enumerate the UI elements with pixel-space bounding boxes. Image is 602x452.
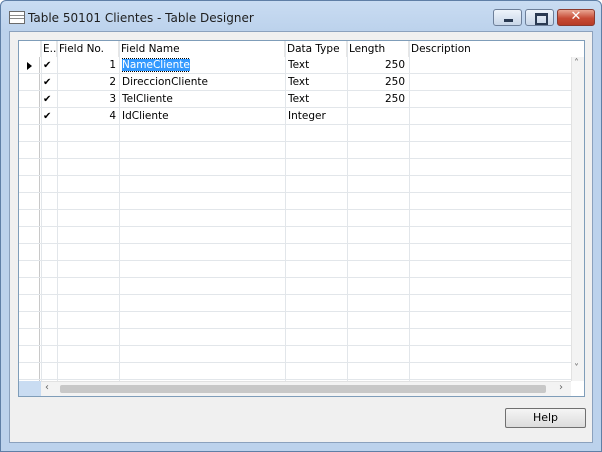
row-selector[interactable] (19, 159, 40, 175)
table-icon (9, 11, 25, 24)
scrollbar-corner (19, 381, 42, 396)
client-area: E... Field No. Field Name Data Type Leng… (9, 31, 593, 443)
table-row[interactable]: ✔ 2 DireccionCliente Text 250 (19, 74, 584, 91)
row-selector[interactable] (19, 193, 40, 209)
scroll-up-icon[interactable]: ˄ (574, 58, 579, 69)
grid-row-line (19, 277, 571, 278)
scroll-down-icon[interactable]: ˅ (574, 363, 579, 374)
length-cell[interactable]: 250 (347, 91, 405, 108)
minimize-button[interactable] (493, 9, 522, 26)
grid-row-line (19, 141, 571, 142)
close-button[interactable]: ✕ (557, 9, 595, 26)
scroll-left-icon[interactable]: ‹ (45, 382, 49, 393)
row-pointer-icon (27, 62, 32, 70)
grid-row-line (19, 362, 571, 363)
grid-row-line (19, 192, 571, 193)
field-name-cell[interactable]: IdCliente (122, 108, 169, 125)
field-name-cell[interactable]: DireccionCliente (122, 74, 208, 91)
horizontal-scroll-thumb[interactable] (60, 385, 546, 393)
field-no-cell[interactable]: 4 (57, 108, 116, 125)
length-cell[interactable]: 250 (347, 57, 405, 74)
field-grid[interactable]: E... Field No. Field Name Data Type Leng… (18, 40, 585, 397)
horizontal-scrollbar[interactable]: ‹ › (41, 381, 571, 396)
grid-row-line (19, 379, 571, 380)
grid-row-line (19, 243, 571, 244)
grid-row-line (19, 311, 571, 312)
data-type-cell[interactable]: Integer (288, 108, 326, 125)
row-selector[interactable] (19, 142, 40, 158)
field-no-cell[interactable]: 2 (57, 74, 116, 91)
field-name-editor[interactable]: NameCliente (122, 58, 190, 72)
row-selector[interactable] (19, 125, 40, 141)
close-icon: ✕ (570, 9, 582, 24)
window-title: Table 50101 Clientes - Table Designer (28, 11, 254, 25)
table-row[interactable]: ✔ 4 IdCliente Integer (19, 108, 584, 125)
data-type-cell[interactable]: Text (288, 57, 309, 74)
row-selector[interactable] (19, 346, 40, 362)
row-selector[interactable] (19, 176, 40, 192)
column-header-data-type[interactable]: Data Type (285, 41, 347, 57)
field-name-cell[interactable]: TelCliente (122, 91, 173, 108)
grid-row-line (19, 396, 571, 397)
field-name-cell[interactable]: NameCliente (122, 58, 190, 72)
minimize-icon (504, 19, 513, 22)
table-row[interactable]: ✔ 3 TelCliente Text 250 (19, 91, 584, 108)
data-type-cell[interactable]: Text (288, 74, 309, 91)
enabled-checkmark[interactable]: ✔ (43, 108, 51, 125)
enabled-checkmark[interactable]: ✔ (43, 57, 51, 74)
column-header-enabled[interactable]: E... (41, 41, 57, 57)
help-button[interactable]: Help (505, 408, 586, 428)
row-selector-header (19, 41, 41, 57)
row-selector[interactable] (19, 363, 40, 379)
vertical-scrollbar[interactable]: ˄ ˅ (571, 57, 584, 381)
column-header-field-no[interactable]: Field No. (57, 41, 119, 57)
title-bar[interactable]: Table 50101 Clientes - Table Designer ✕ (1, 1, 601, 31)
column-header-length[interactable]: Length (347, 41, 409, 57)
row-selector[interactable] (19, 329, 40, 345)
grid-row-line (19, 328, 571, 329)
grid-row-line (19, 158, 571, 159)
field-no-cell[interactable]: 1 (57, 57, 116, 74)
table-designer-window: Table 50101 Clientes - Table Designer ✕ … (0, 0, 602, 452)
row-selector[interactable] (19, 210, 40, 226)
column-header-description[interactable]: Description (409, 41, 571, 57)
table-row[interactable]: ✔ 1 NameCliente Text 250 (19, 57, 584, 74)
row-selector[interactable] (19, 312, 40, 328)
row-selector[interactable] (19, 261, 40, 277)
column-header-field-name[interactable]: Field Name (119, 41, 285, 57)
data-type-cell[interactable]: Text (288, 91, 309, 108)
field-no-cell[interactable]: 3 (57, 91, 116, 108)
length-cell[interactable]: 250 (347, 74, 405, 91)
row-selector[interactable] (19, 244, 40, 260)
grid-row-line (19, 209, 571, 210)
grid-row-line (19, 294, 571, 295)
row-selector[interactable] (19, 278, 40, 294)
grid-row-line (19, 260, 571, 261)
grid-row-line (19, 226, 571, 227)
enabled-checkmark[interactable]: ✔ (43, 91, 51, 108)
row-selector[interactable] (19, 295, 40, 311)
row-selector[interactable] (19, 227, 40, 243)
enabled-checkmark[interactable]: ✔ (43, 74, 51, 91)
grid-row-line (19, 345, 571, 346)
length-cell[interactable] (347, 108, 405, 125)
maximize-icon (535, 13, 548, 25)
maximize-button[interactable] (525, 9, 554, 26)
scroll-right-icon[interactable]: › (559, 382, 563, 393)
grid-row-line (19, 175, 571, 176)
